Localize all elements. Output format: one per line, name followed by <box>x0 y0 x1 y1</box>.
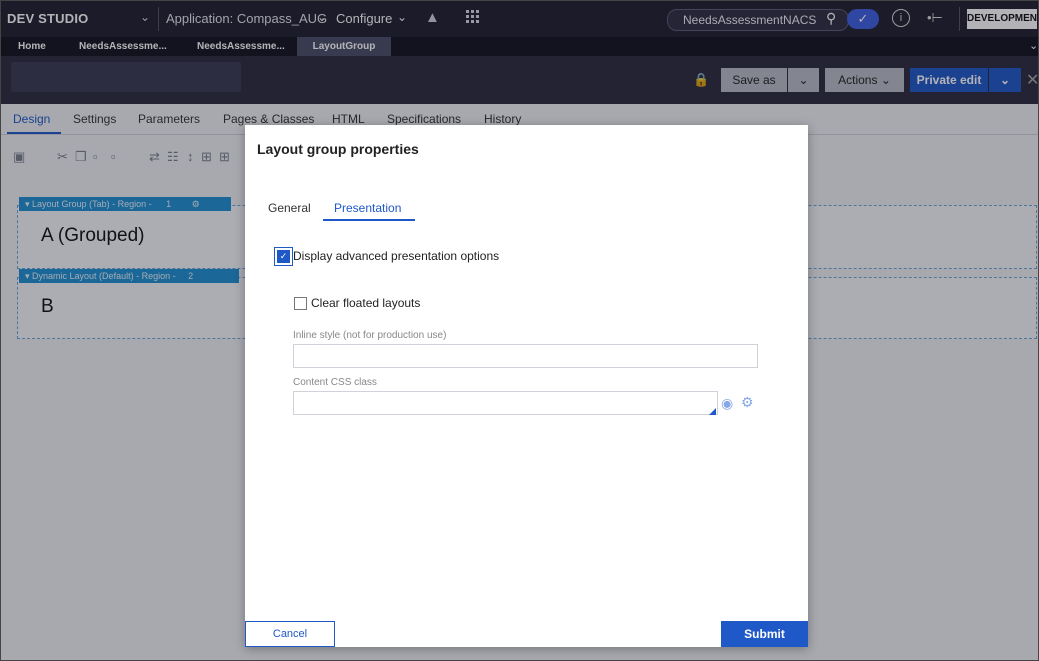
content-css-label: Content CSS class <box>293 377 377 388</box>
inline-style-field[interactable] <box>293 344 758 368</box>
content-css-field[interactable] <box>293 391 718 415</box>
advanced-options-checkbox[interactable]: ✓ <box>277 250 290 263</box>
target-icon[interactable]: ◉ <box>721 395 733 412</box>
clear-floated-label: Clear floated layouts <box>311 296 421 310</box>
tab-general[interactable]: General <box>268 201 311 215</box>
cancel-button[interactable]: Cancel <box>245 621 335 647</box>
modal-title: Layout group properties <box>257 141 419 157</box>
inline-style-label: Inline style (not for production use) <box>293 330 447 341</box>
advanced-options-label: Display advanced presentation options <box>293 249 500 263</box>
gear-icon[interactable]: ⚙ <box>741 394 754 411</box>
layout-group-properties-modal: Layout group properties General Presenta… <box>245 125 808 647</box>
submit-button[interactable]: Submit <box>721 621 808 647</box>
tab-presentation[interactable]: Presentation <box>334 201 401 215</box>
app-frame: DEV STUDIO ⌄ Application: Compass_AUG ⌄ … <box>0 0 1039 661</box>
active-tab-indicator <box>323 219 415 221</box>
autocomplete-corner-icon <box>709 408 716 415</box>
clear-floated-checkbox[interactable] <box>294 297 307 310</box>
